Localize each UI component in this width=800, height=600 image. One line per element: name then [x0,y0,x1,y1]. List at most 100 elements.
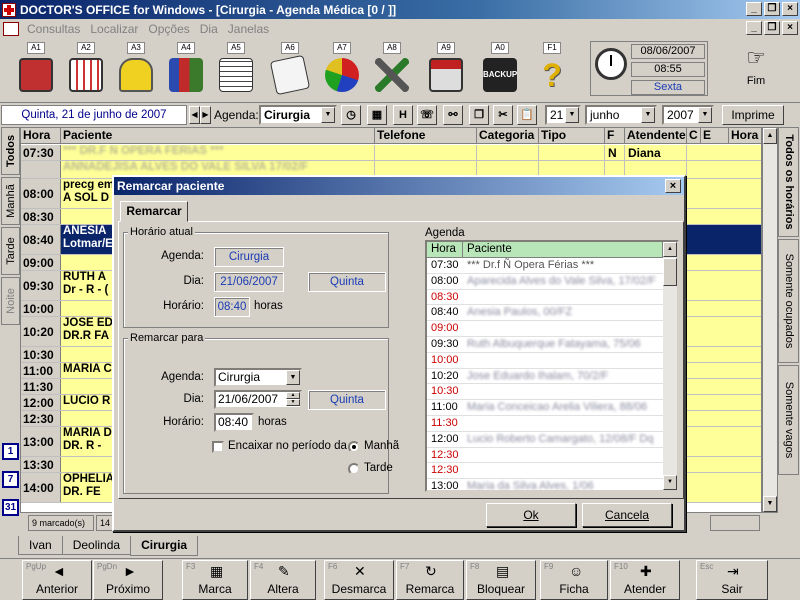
list-item[interactable]: 08:30 [427,290,663,306]
remarca-button[interactable]: F7 ↻ Remarca [396,560,464,600]
grid-scrollbar[interactable]: ▲ ▼ [762,127,778,513]
menu-consultas[interactable]: Consultas [22,22,85,36]
list-item[interactable]: 07:30 *** Dr.f Ñ Opera Férias *** [427,258,663,274]
new-time-input[interactable]: 08:40 [214,413,254,432]
ok-button[interactable]: Ok [486,503,576,527]
backup-button[interactable]: A0 BACKUP [478,40,522,100]
col-paciente[interactable]: Paciente [61,128,375,144]
doc-minimize-button[interactable]: _ [746,21,762,35]
agenda-select[interactable]: Cirurgia ▼ [259,105,337,125]
minimize-button[interactable]: _ [746,2,762,16]
spin-up-icon[interactable]: ▲ [286,392,300,399]
col-hora[interactable]: Hora [21,128,61,144]
atender-button[interactable]: F10 ✚ Atender [610,560,680,600]
col-hora-2[interactable]: Hora [729,128,761,144]
list-item[interactable]: 10:00 [427,353,663,369]
morning-radio[interactable] [348,441,360,453]
agenda-col-paciente[interactable]: Paciente [463,242,663,258]
list-item[interactable]: 08:00 Aparecida Alves do Vale Silva, 17/0… [427,274,663,290]
restore-button[interactable]: ❐ [764,2,780,16]
toolbar-button-a7[interactable]: A7 [320,40,364,100]
h-button[interactable]: H [393,105,413,125]
sair-button[interactable]: Esc ⇥ Sair [696,560,768,600]
col-tipo[interactable]: Tipo [539,128,605,144]
tab-cirurgia[interactable]: Cirurgia [130,536,199,556]
day-spinner[interactable]: ▲ ▼ [286,392,300,407]
clock-button[interactable]: ◷ [341,105,361,125]
altera-button[interactable]: F4 ✎ Altera [250,560,316,600]
list-item[interactable]: 10:30 [427,384,663,401]
tab-todos-horarios[interactable]: Todos os horários [778,127,799,237]
toolbar-button-a2[interactable]: A2 [64,40,108,100]
help-button[interactable]: F1 ? [530,40,574,100]
list-item[interactable]: 13:00 Maria da Silva Alves, 1/06 [427,479,663,490]
list-item[interactable]: 12:00 Lucio Roberto Camargato, 12/08/F Dq [427,432,663,448]
agenda-col-hora[interactable]: Hora [427,242,463,258]
close-button[interactable]: × [782,2,798,16]
marca-button[interactable]: F3 ▦ Marca [182,560,248,600]
calendar-button[interactable]: ▦ [367,105,387,125]
paste-button[interactable]: 📋 [517,105,537,125]
list-item[interactable]: 09:30 Ruth Albuquerque Fatayama, 75/06 [427,337,663,353]
tab-deolinda[interactable]: Deolinda [61,536,132,555]
doc-restore-button[interactable]: ❐ [764,21,780,35]
toolbar-button-a1[interactable]: A1 [14,40,58,100]
tab-somente-ocupados[interactable]: Somente ocupados [778,239,799,363]
new-day-input[interactable]: 21/06/2007 ▲ ▼ [214,390,302,409]
next-day-button[interactable]: ▶ [200,106,211,124]
toolbar-button-a6[interactable]: A6 [268,40,312,100]
bloquear-button[interactable]: F8 ▤ Bloquear [466,560,536,600]
doc-close-button[interactable]: × [782,21,798,35]
new-agenda-select[interactable]: Cirurgia ▼ [214,368,302,387]
scissors-button[interactable]: ✂ [493,105,513,125]
scroll-thumb[interactable] [663,258,677,286]
list-item[interactable]: 11:00 Maria Conceicao Arelia Viliera, 88/… [427,400,663,416]
toolbar-button-a3[interactable]: A3 [114,40,158,100]
list-item[interactable]: 09:00 [427,321,663,337]
toolbar-button-a4[interactable]: A4 [164,40,208,100]
fit-period-checkbox[interactable] [212,441,224,453]
phone-icon-button[interactable]: ☏ [417,105,437,125]
toolbar-button-a5[interactable]: A5 [214,40,258,100]
próximo-button[interactable]: PgDn ► Próximo [93,560,163,600]
tab-remarcar[interactable]: Remarcar [120,201,188,222]
copy-button[interactable]: ❐ [469,105,489,125]
afternoon-radio[interactable] [348,463,360,475]
dialog-close-button[interactable]: × [665,179,681,193]
tab-tarde[interactable]: Tarde [1,227,20,275]
print-button[interactable]: Imprime [722,105,784,125]
toolbar-button-a9[interactable]: A9 [424,40,468,100]
year-select[interactable]: 2007 ▼ [662,105,714,125]
list-item[interactable]: 11:30 [427,416,663,432]
scroll-up-icon[interactable]: ▲ [663,242,677,257]
tab-todos[interactable]: Todos [1,127,20,175]
scroll-up-icon[interactable]: ▲ [763,128,777,144]
day-select[interactable]: 21 ▼ [545,105,581,125]
tab-noite[interactable]: Noite [1,277,20,325]
anterior-button[interactable]: PgUp ◄ Anterior [22,560,92,600]
desmarca-button[interactable]: F6 ✕ Desmarca [324,560,394,600]
list-item[interactable]: 12:30 [427,463,663,480]
menu-dia[interactable]: Dia [195,22,223,36]
list-item[interactable]: 10:20 Jose Eduardo Ihalam, 70/2/F [427,369,663,385]
week-view-button[interactable]: 7 [2,471,19,488]
document-icon[interactable] [3,21,19,36]
scroll-down-icon[interactable]: ▼ [663,475,677,490]
col-c[interactable]: C [687,128,701,144]
cancel-button[interactable]: Cancela [582,503,672,527]
agenda-scrollbar[interactable]: ▲ ▼ [663,242,677,490]
table-row[interactable]: 07:30 *** DR.F Ñ OPERA FÉRIAS *** N Diana [21,145,761,161]
scroll-down-icon[interactable]: ▼ [763,496,777,512]
month-select[interactable]: junho ▼ [585,105,657,125]
agenda-list[interactable]: Hora Paciente 07:30 *** Dr.f Ñ Opera Féri… [425,240,679,492]
tab-manha[interactable]: Manhã [1,177,20,225]
menu-janelas[interactable]: Janelas [223,22,274,36]
tab-somente-vagos[interactable]: Somente vagos [778,365,799,475]
menu-localizar[interactable]: Localizar [85,22,143,36]
month-view-button[interactable]: 31 [2,499,19,516]
toolbar-button-a8[interactable]: A8 [370,40,414,100]
ficha-button[interactable]: F9 ☺ Ficha [540,560,608,600]
col-e[interactable]: E [701,128,729,144]
tab-ivan[interactable]: Ivan [18,536,63,555]
col-telefone[interactable]: Telefone [375,128,477,144]
